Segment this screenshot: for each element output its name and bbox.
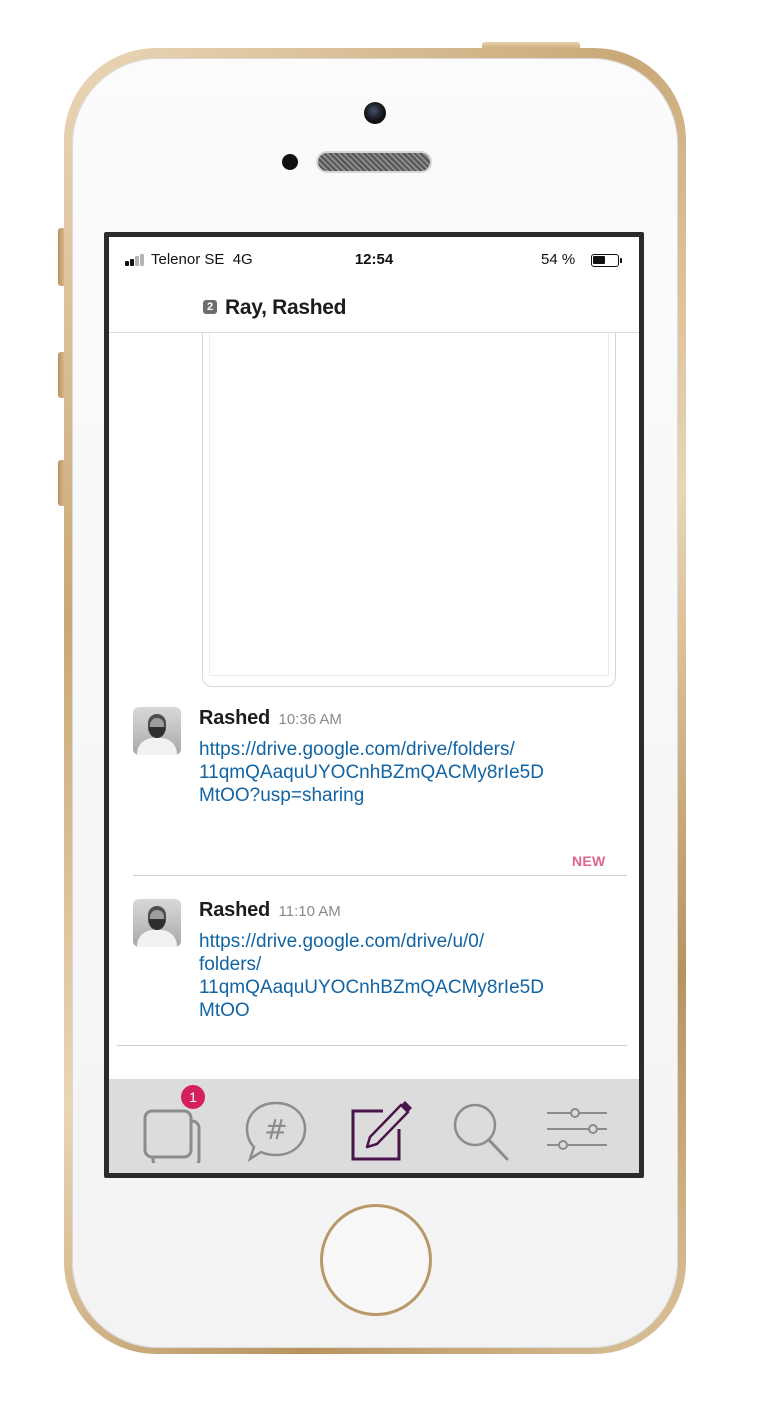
message-link[interactable]: https://drive.google.com/drive/u/0/folde… (199, 930, 619, 1022)
new-messages-label: NEW (572, 853, 606, 869)
member-count-badge: 2 (203, 300, 217, 314)
avatar[interactable] (133, 899, 181, 947)
avatar[interactable] (133, 707, 181, 755)
attachment-preview[interactable] (202, 333, 616, 687)
message-timestamp: 10:36 AM (278, 711, 342, 728)
tab-settings[interactable] (547, 1097, 617, 1163)
composer-divider (117, 1045, 627, 1046)
tab-channels[interactable]: # (241, 1097, 311, 1163)
unread-badge: 1 (181, 1085, 205, 1109)
tab-search[interactable] (447, 1097, 517, 1163)
tab-compose[interactable] (345, 1097, 415, 1163)
attachment-preview-inner (209, 333, 609, 676)
message-link[interactable]: https://drive.google.com/drive/folders/1… (199, 738, 619, 807)
battery-icon (591, 254, 622, 267)
new-messages-divider (133, 875, 627, 876)
search-icon (453, 1103, 509, 1161)
home-button[interactable] (320, 1204, 432, 1316)
phone-screen: Telenor SE 4G 12:54 54 % 2 Ray, Rashed R… (104, 232, 644, 1178)
conversation-header[interactable]: 2 Ray, Rashed (109, 287, 639, 333)
message-timestamp: 11:10 AM (278, 903, 341, 920)
proximity-sensor (282, 154, 298, 170)
front-camera (364, 102, 386, 124)
settings-sliders-icon (547, 1108, 607, 1150)
compose-icon (351, 1101, 412, 1161)
battery-percentage: 54 % (541, 251, 576, 268)
bottom-tab-bar: 1 # (109, 1079, 639, 1173)
tab-conversations[interactable]: 1 (139, 1085, 209, 1163)
message-author[interactable]: Rashed (199, 899, 270, 921)
channel-hash-icon: # (245, 1101, 307, 1162)
conversation-title[interactable]: Ray, Rashed (225, 296, 347, 320)
status-bar: Telenor SE 4G 12:54 54 % (109, 237, 639, 287)
earpiece-speaker (318, 153, 430, 171)
message-author[interactable]: Rashed (199, 707, 270, 729)
svg-text:#: # (264, 1113, 287, 1146)
